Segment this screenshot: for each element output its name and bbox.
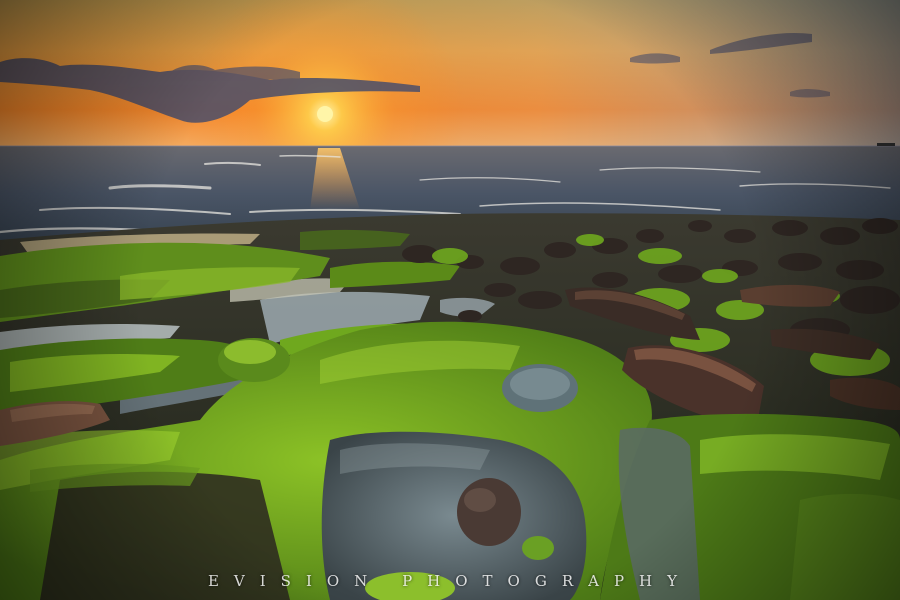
vignette — [0, 0, 900, 600]
photo-canvas: EVISION PHOTOGRAPHY — [0, 0, 900, 600]
seascape-illustration — [0, 0, 900, 600]
watermark-text: EVISION PHOTOGRAPHY — [207, 572, 693, 590]
